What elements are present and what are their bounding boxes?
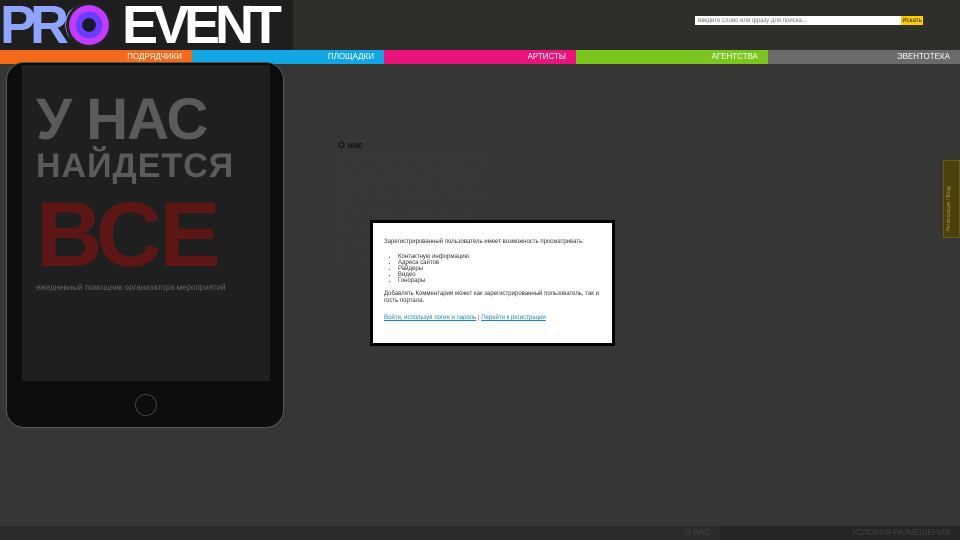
modal-feature-list: Контактную информацию Адреса сайтов Райд… xyxy=(398,254,601,284)
registration-modal: Зарегистрированный пользователь имеет во… xyxy=(370,220,615,346)
promo-headline-3: ВСЕ xyxy=(36,184,221,286)
tablet-home-button xyxy=(135,394,157,416)
nav-item-eventoteka[interactable]: ЭВЕНТОТЕКА xyxy=(768,50,960,64)
footer-link-about[interactable]: О НАС xyxy=(466,526,720,540)
search-button[interactable]: Искать xyxy=(901,16,923,25)
nav-item-artists[interactable]: АРТИСТЫ xyxy=(384,50,576,64)
login-link[interactable]: Войти, используя логин и пароль xyxy=(384,315,476,321)
search-bar: Искать xyxy=(695,16,928,25)
about-title: О нас xyxy=(338,140,363,150)
proevent-logo[interactable]: PRO EVENT xyxy=(0,0,293,50)
logo-event-text: EVENT xyxy=(122,0,282,50)
register-link[interactable]: Перейти к регистрации xyxy=(481,315,546,321)
register-login-label: Регистрация / Вход xyxy=(946,186,952,231)
register-login-tab[interactable]: Регистрация / Вход xyxy=(943,160,960,238)
link-separator: | xyxy=(477,315,480,321)
modal-note: Добавлять Комментарии может как зарегист… xyxy=(384,291,599,304)
list-item: Гонорары xyxy=(398,278,601,284)
nav-item-agencies[interactable]: АГЕНТСТВА xyxy=(576,50,768,64)
search-input[interactable] xyxy=(695,16,901,25)
tablet-promo: У НАС НАЙДЕТСЯ ВСЕ ежедневный помощник о… xyxy=(6,62,284,428)
promo-headline-1: У НАС xyxy=(36,87,208,152)
promo-tagline: ежедневный помощник организатора меропри… xyxy=(36,283,226,292)
camera-lens-icon xyxy=(66,2,112,48)
about-paragraph: Проект PROEVENT создан специально для пр… xyxy=(338,158,485,206)
footer-link-terms[interactable]: УСЛОВИЯ РАЗМЕЩЕНИЯ xyxy=(720,526,960,540)
promo-headline-2: НАЙДЕТСЯ xyxy=(36,147,235,185)
footer-spacer xyxy=(0,526,466,540)
modal-intro: Зарегистрированный пользователь имеет во… xyxy=(384,239,584,245)
footer: О НАС УСЛОВИЯ РАЗМЕЩЕНИЯ xyxy=(0,526,960,540)
modal-links: Войти, используя логин и пароль | Перейт… xyxy=(384,315,601,321)
header: PRO EVENT Искать xyxy=(0,0,960,50)
tablet-screen: У НАС НАЙДЕТСЯ ВСЕ ежедневный помощник о… xyxy=(22,65,270,381)
